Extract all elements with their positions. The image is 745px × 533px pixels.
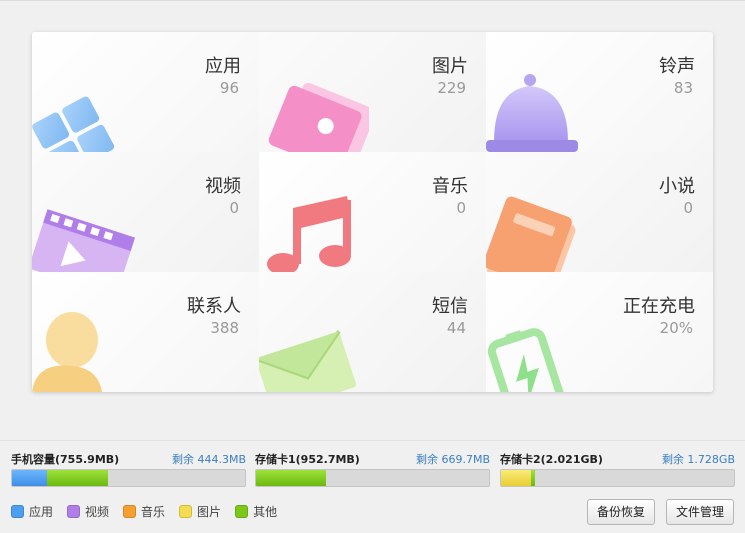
legend-item-pictures: 图片: [179, 503, 221, 520]
storage-title: 手机容量(755.9MB): [11, 453, 120, 466]
tile-count: 44: [446, 319, 466, 337]
legend-label: 其他: [253, 505, 278, 519]
storage-bar: [11, 469, 246, 487]
storage-title: 存储卡1(952.7MB): [255, 453, 360, 466]
tile-label: 正在充电: [623, 296, 695, 317]
legend-label: 应用: [29, 505, 54, 519]
apps-icon: [32, 96, 115, 152]
message-icon: [259, 330, 357, 392]
storage-free: 剩余 444.3MB: [171, 453, 246, 466]
picture-icon: [268, 82, 369, 152]
tile-count: 229: [437, 79, 466, 97]
tile-count: 96: [219, 79, 239, 97]
tile-label: 联系人: [187, 296, 241, 317]
tile-count: 0: [229, 199, 239, 217]
tile-pictures[interactable]: 图片 229: [259, 32, 486, 152]
tile-count: 20%: [659, 319, 693, 337]
segment-pictures: [501, 470, 532, 486]
storage-title: 存储卡2(2.021GB): [500, 453, 603, 466]
music-icon: [267, 196, 351, 272]
storage-free: 剩余 669.7MB: [415, 453, 490, 466]
legend-label: 音乐: [141, 505, 166, 519]
segment-other: [531, 470, 535, 486]
tile-count: 0: [683, 199, 693, 217]
legend-item-video: 视频: [67, 503, 109, 520]
segment-apps: [12, 470, 47, 486]
tile-video[interactable]: 视频 0: [32, 152, 259, 272]
tile-music[interactable]: 音乐 0: [259, 152, 486, 272]
segment-other: [46, 470, 108, 486]
tile-label: 图片: [432, 56, 468, 77]
storage-bar: [500, 469, 735, 487]
top-divider: [0, 0, 745, 1]
storage-bar: [255, 469, 490, 487]
tile-label: 视频: [205, 176, 241, 197]
legend-swatch: [67, 505, 81, 518]
legend-swatch: [11, 505, 24, 518]
tile-label: 应用: [205, 56, 241, 77]
tile-label: 短信: [432, 296, 468, 317]
contact-icon: [32, 312, 102, 392]
tile-count: 388: [210, 319, 239, 337]
segment-other: [256, 470, 326, 486]
file-manager-button[interactable]: 文件管理: [666, 499, 734, 525]
battery-icon: [487, 328, 565, 392]
storage-legend: 应用 视频 音乐 图片 其他: [11, 503, 277, 520]
tile-label: 铃声: [659, 56, 695, 77]
legend-item-other: 其他: [235, 503, 277, 520]
legend-label: 视频: [85, 505, 110, 519]
legend-swatch: [179, 505, 193, 518]
legend-swatch: [123, 505, 137, 518]
tile-messages[interactable]: 短信 44: [259, 272, 486, 392]
tile-count: 0: [456, 199, 466, 217]
tile-novels[interactable]: 小说 0: [486, 152, 713, 272]
storage-free: 剩余 1.728GB: [661, 453, 735, 466]
tile-apps[interactable]: 应用 96: [32, 32, 259, 152]
tile-count: 83: [673, 79, 693, 97]
book-icon: [486, 196, 576, 272]
legend-item-apps: 应用: [11, 503, 53, 520]
category-grid: 应用 96 图片 229 铃声 83 视频 0 音乐 0 小说 0 联系人 38…: [32, 32, 713, 392]
tile-label: 音乐: [432, 176, 468, 197]
legend-swatch: [235, 505, 249, 518]
tile-label: 小说: [659, 176, 695, 197]
legend-label: 图片: [197, 505, 222, 519]
bell-icon: [486, 74, 578, 152]
tile-charging[interactable]: 正在充电 20%: [486, 272, 713, 392]
legend-item-music: 音乐: [123, 503, 165, 520]
backup-restore-button[interactable]: 备份恢复: [587, 499, 655, 525]
tile-ringtones[interactable]: 铃声 83: [486, 32, 713, 152]
video-icon: [32, 209, 136, 272]
tile-contacts[interactable]: 联系人 388: [32, 272, 259, 392]
